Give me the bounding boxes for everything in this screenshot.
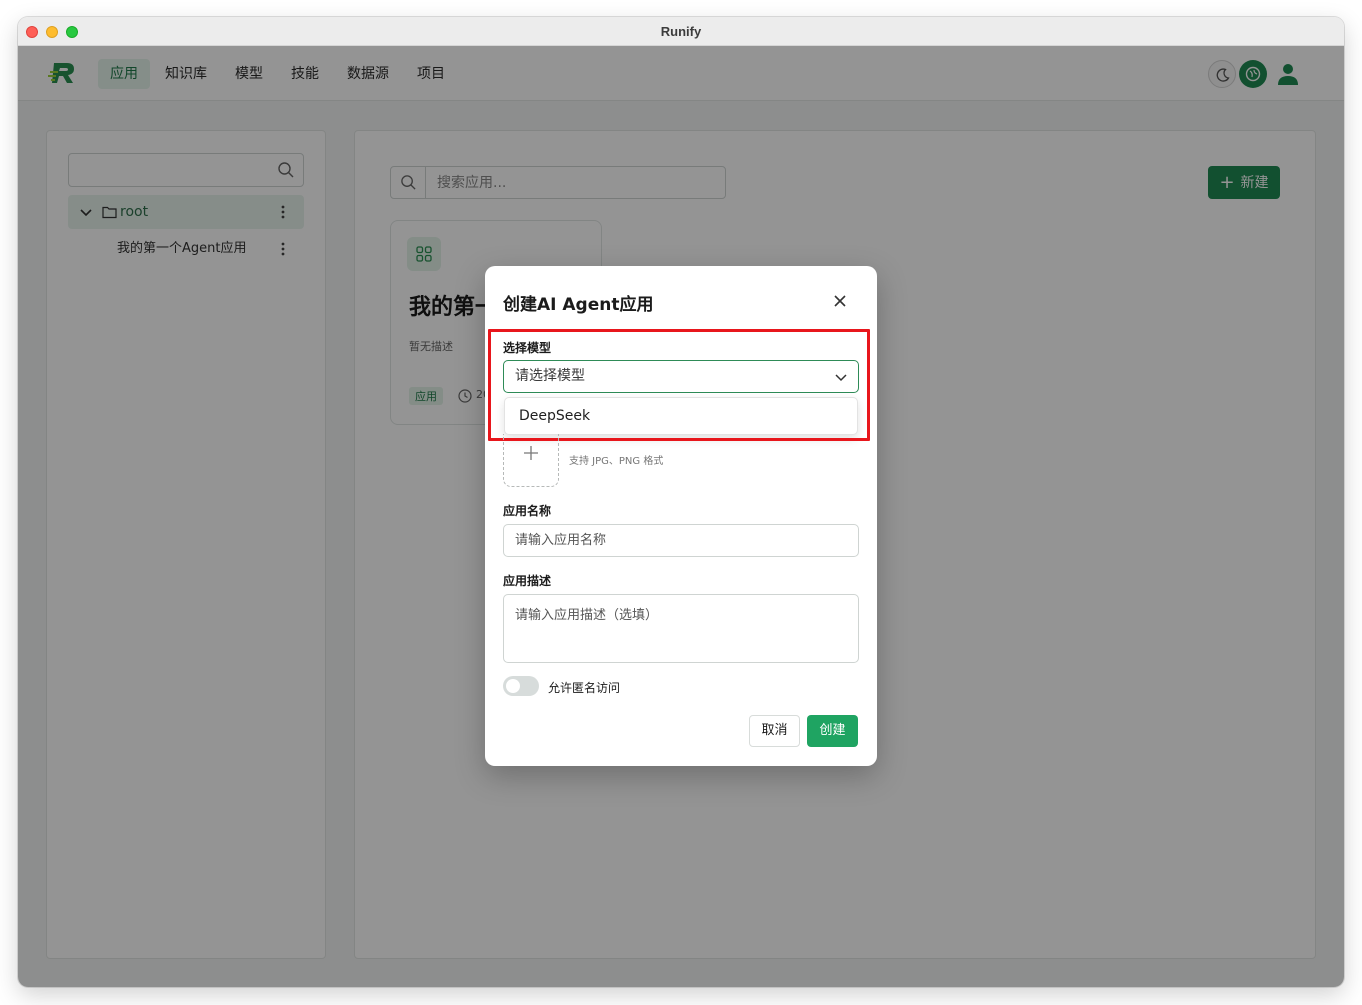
app-name-input[interactable] — [503, 524, 859, 557]
create-app-dialog: 创建AI Agent应用 选择模型 请选择模型 DeepSeek 支持 JPG、… — [485, 266, 877, 766]
minimize-window-button[interactable] — [46, 26, 58, 38]
create-button[interactable]: 创建 — [807, 715, 858, 747]
app-description-input[interactable] — [503, 594, 859, 663]
window-title: Runify — [660, 24, 702, 39]
cancel-button[interactable]: 取消 — [749, 715, 800, 747]
anonymous-access-toggle[interactable] — [503, 676, 539, 696]
title-bar: Runify — [18, 17, 1344, 46]
maximize-window-button[interactable] — [66, 26, 78, 38]
anonymous-access-label: 允许匿名访问 — [548, 681, 621, 695]
app-window: Runify 应用 知识库 模型 技能 数据源 项目 root 我的第一个Age… — [18, 17, 1344, 987]
highlight-box — [488, 329, 870, 441]
close-icon[interactable] — [832, 293, 848, 309]
dialog-title: 创建AI Agent应用 — [503, 295, 654, 315]
upload-hint: 支持 JPG、PNG 格式 — [569, 456, 664, 467]
close-window-button[interactable] — [26, 26, 38, 38]
name-label: 应用名称 — [503, 504, 552, 518]
icon-upload[interactable] — [503, 434, 559, 487]
toggle-knob — [506, 679, 520, 693]
description-label: 应用描述 — [503, 574, 552, 588]
plus-icon — [524, 446, 538, 460]
